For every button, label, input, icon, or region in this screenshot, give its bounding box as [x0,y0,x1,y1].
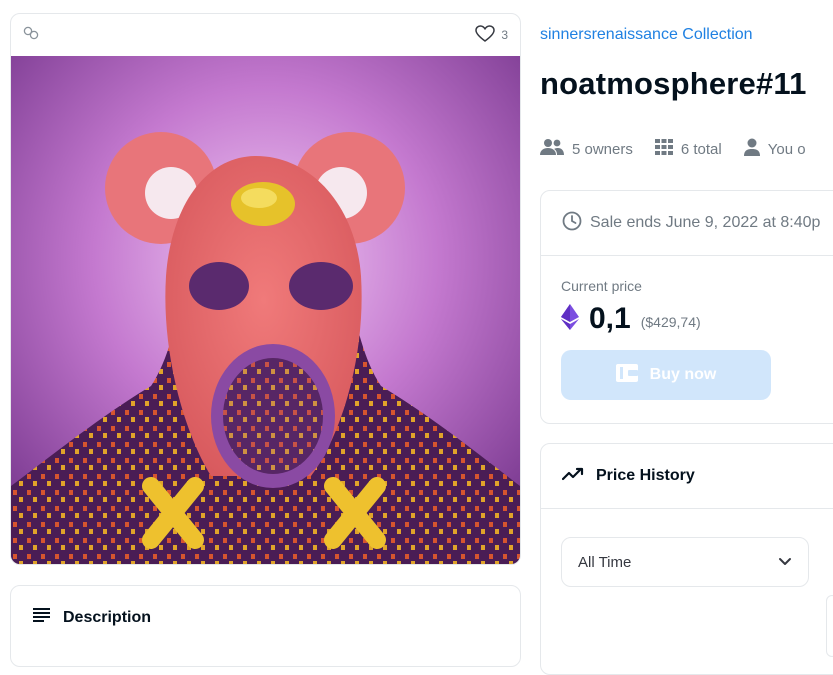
clock-icon [562,211,582,236]
price-history-header[interactable]: Price History [541,444,833,509]
owners-icon [540,138,564,160]
wallet-icon [615,363,638,387]
total-stat: 6 total [654,138,722,160]
time-range-value: All Time [578,553,632,571]
eth-icon [561,303,579,335]
favorite-count: 3 [501,28,508,42]
chevron-down-icon [778,554,792,571]
time-range-select[interactable]: All Time [561,537,809,587]
link-icon[interactable] [23,25,39,46]
heart-icon[interactable] [475,24,496,46]
total-label: 6 total [680,140,722,158]
item-stats: 5 owners 6 total You o [540,138,806,160]
buy-now-label: Buy now [649,366,717,383]
current-price-label: Current price [561,278,642,294]
grid-icon [654,139,673,159]
you-own-label: You o [767,140,806,158]
lines-icon [33,608,51,627]
asset-card-header: 3 [11,14,520,56]
price-history-title: Price History [596,467,695,484]
collection-link[interactable]: sinnersrenaissance Collection [540,26,753,44]
price-value: 0,1 [589,302,631,335]
you-own-stat: You o [743,138,806,160]
description-label: Description [63,608,152,626]
person-icon [743,138,760,160]
buy-now-button[interactable]: Buy now [561,350,771,400]
favorite-control[interactable]: 3 [475,24,508,46]
sale-header: Sale ends June 9, 2022 at 8:40p [541,191,833,256]
description-panel[interactable]: Description [10,585,521,667]
asset-card: 3 [10,13,521,565]
owners-label: 5 owners [572,140,633,158]
price-history-panel: Price History All Time [540,443,833,675]
trend-icon [561,467,584,486]
sale-panel: Sale ends June 9, 2022 at 8:40p Current … [540,190,833,424]
owners-stat[interactable]: 5 owners [540,138,633,160]
price-usd: ($429,74) [640,314,701,330]
sale-ends-text: Sale ends June 9, 2022 at 8:40p [590,214,821,231]
item-title: noatmosphere#11 [540,66,807,101]
nft-artwork[interactable] [11,56,520,564]
